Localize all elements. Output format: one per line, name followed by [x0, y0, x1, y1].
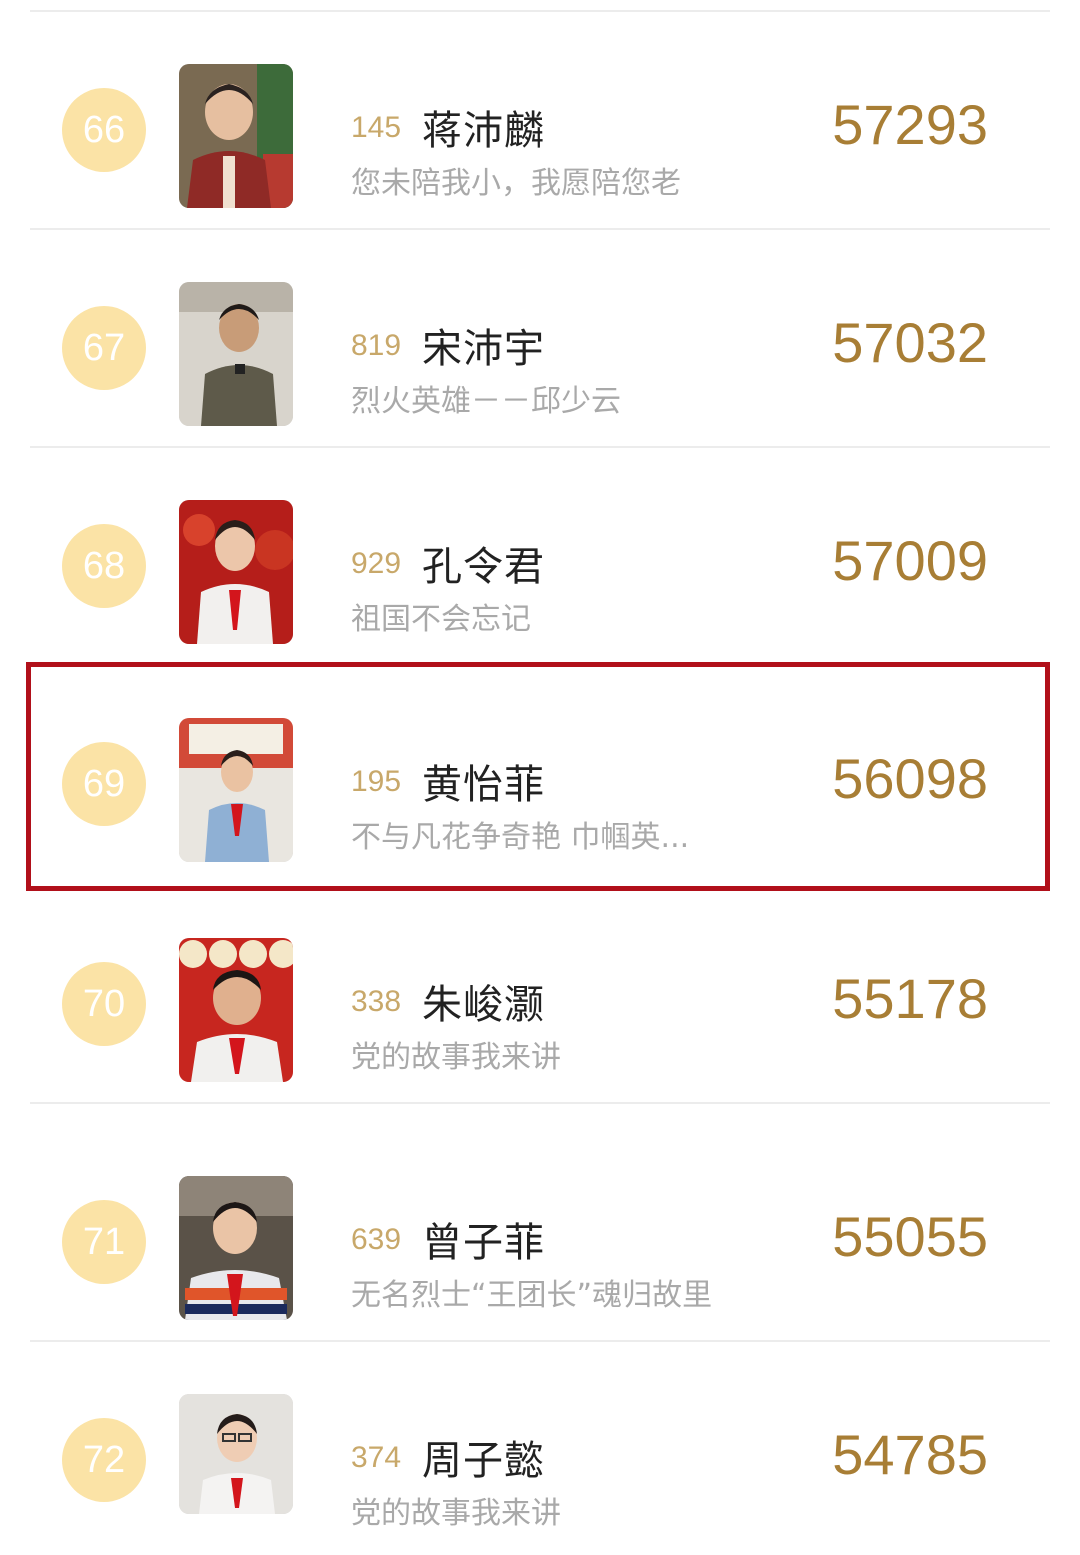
entry-title: 烈火英雄－－邱少云: [351, 384, 621, 419]
rank-badge: 72: [62, 1418, 146, 1502]
entry-title: 党的故事我来讲: [351, 1496, 561, 1531]
entry-title: 无名烈士“王团长”魂归故里: [351, 1278, 713, 1313]
entry-title: 祖国不会忘记: [351, 602, 531, 637]
avatar[interactable]: [179, 500, 293, 644]
avatar[interactable]: [179, 282, 293, 426]
vote-count: 57009: [832, 529, 988, 592]
participant-name: 朱峻灏: [422, 982, 545, 1028]
divider: [30, 1102, 1050, 1104]
participant-name: 宋沛宇: [422, 326, 545, 372]
entry-title: 党的故事我来讲: [351, 1040, 561, 1075]
entry-number: 195: [351, 765, 402, 798]
vote-count: 57032: [832, 311, 988, 374]
participant-name: 孔令君: [422, 544, 545, 590]
list-item-68[interactable]: 68 929 孔令君 祖国不会忘记 57009: [0, 448, 1080, 666]
entry-number: 819: [351, 329, 402, 362]
entry-number: 145: [351, 111, 402, 144]
avatar[interactable]: [179, 64, 293, 208]
vote-count: 54785: [832, 1423, 988, 1486]
list-item-71[interactable]: 71 639 曾子菲 无名烈士“王团长”魂归故里 55055: [0, 1124, 1080, 1342]
rank-badge: 71: [62, 1200, 146, 1284]
vote-count: 57293: [832, 93, 988, 156]
participant-name: 周子懿: [422, 1438, 545, 1484]
vote-count: 55055: [832, 1205, 988, 1268]
rank-badge: 70: [62, 962, 146, 1046]
entry-number: 639: [351, 1223, 402, 1256]
leaderboard-page: 66 145 蒋沛麟 您未陪我小，我愿陪您老 57293 67 819 宋沛宇 …: [0, 0, 1080, 1555]
entry-title: 您未陪我小，我愿陪您老: [351, 166, 681, 201]
list-item-70[interactable]: 70 338 朱峻灏 党的故事我来讲 55178: [0, 886, 1080, 1104]
entry-title: 不与凡花争奇艳 巾帼英...: [351, 820, 690, 855]
avatar[interactable]: [179, 1176, 293, 1320]
rank-badge: 68: [62, 524, 146, 608]
participant-name: 蒋沛麟: [422, 108, 545, 154]
participant-name: 曾子菲: [422, 1220, 545, 1266]
entry-number: 374: [351, 1441, 402, 1474]
rank-badge: 67: [62, 306, 146, 390]
list-item-72[interactable]: 72 374 周子懿 党的故事我来讲 54785: [0, 1342, 1080, 1555]
vote-count: 56098: [832, 747, 988, 810]
list-item-67[interactable]: 67 819 宋沛宇 烈火英雄－－邱少云 57032: [0, 230, 1080, 448]
avatar[interactable]: [179, 718, 293, 862]
entry-number: 338: [351, 985, 402, 1018]
avatar[interactable]: [179, 1394, 293, 1514]
entry-number: 929: [351, 547, 402, 580]
list-item-66[interactable]: 66 145 蒋沛麟 您未陪我小，我愿陪您老 57293: [0, 12, 1080, 230]
avatar[interactable]: [179, 938, 293, 1082]
rank-badge: 69: [62, 742, 146, 826]
vote-count: 55178: [832, 967, 988, 1030]
participant-name: 黄怡菲: [422, 762, 545, 808]
list-item-69[interactable]: 69 195 黄怡菲 不与凡花争奇艳 巾帼英... 56098: [0, 666, 1080, 884]
rank-badge: 66: [62, 88, 146, 172]
